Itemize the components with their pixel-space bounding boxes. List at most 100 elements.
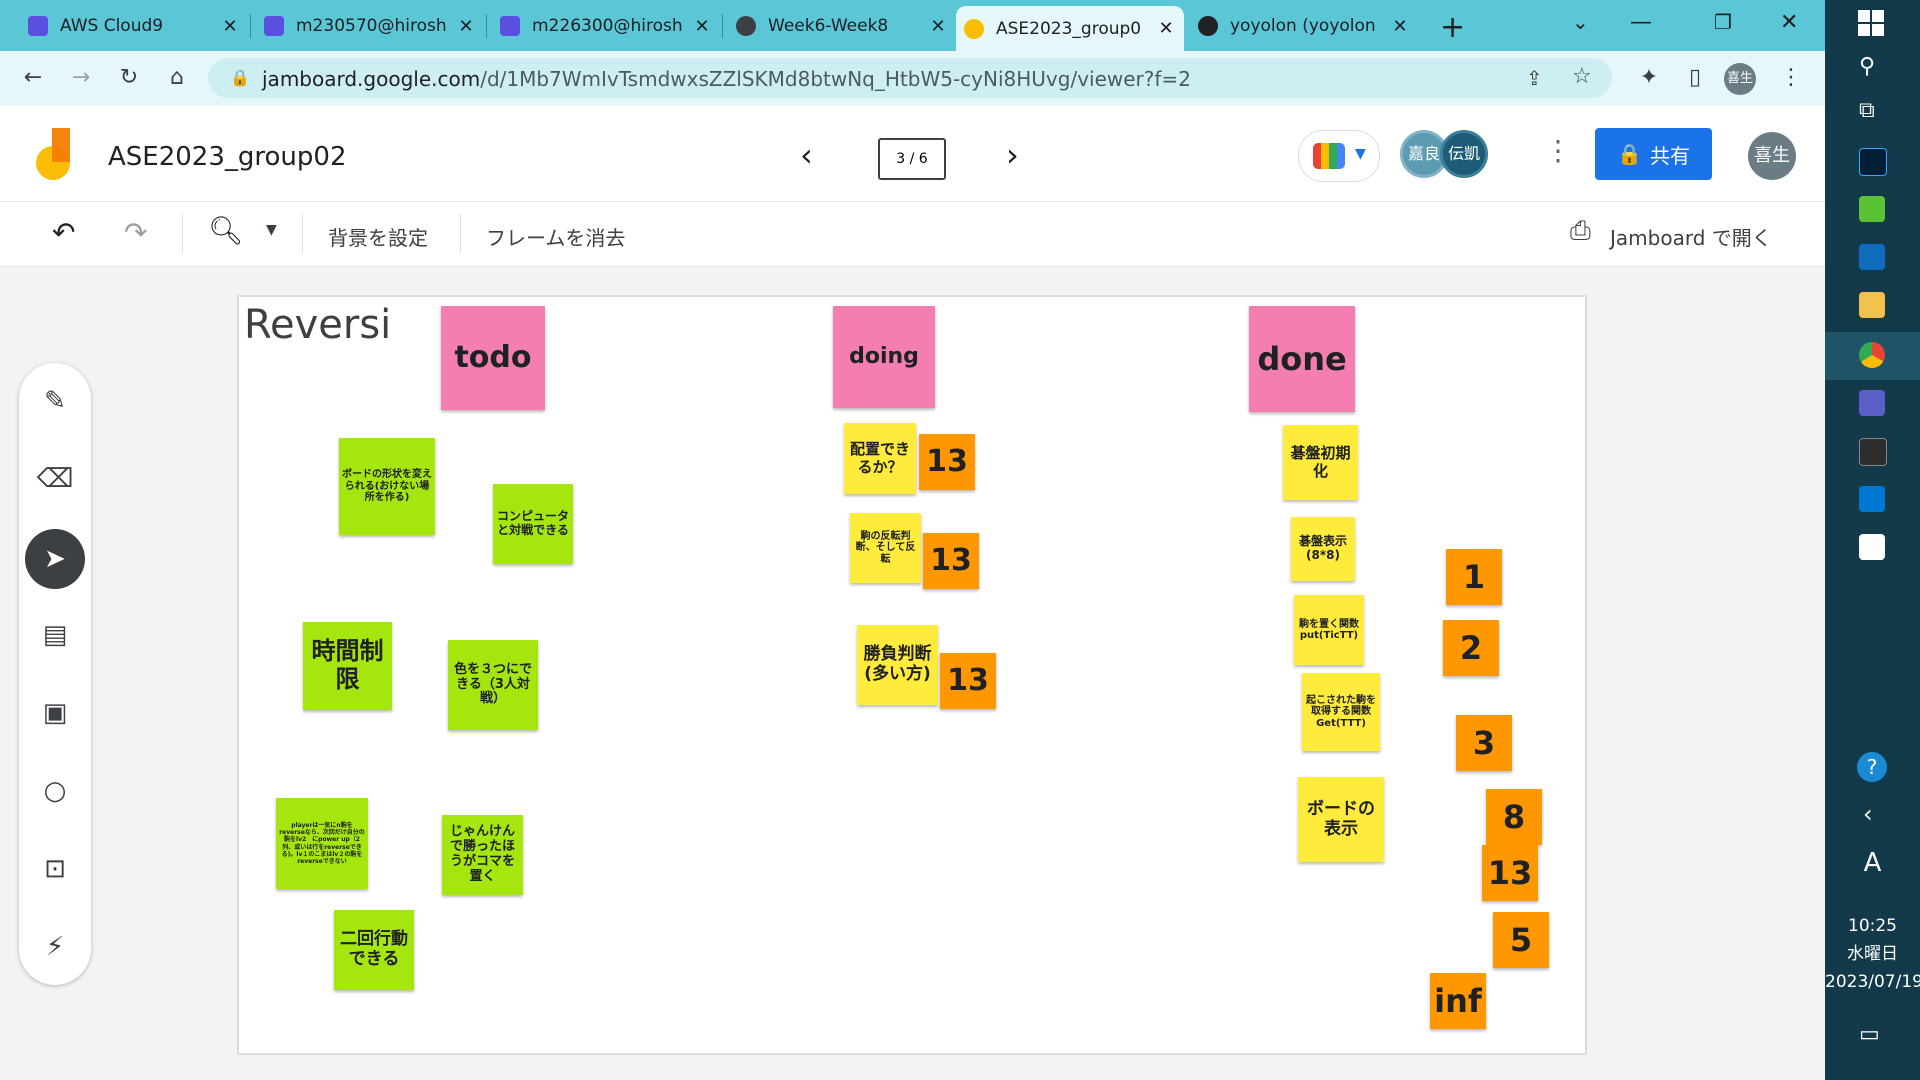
todo-note[interactable]: ボードの形状を変えられる(おけない場所を作る) bbox=[339, 438, 435, 535]
undo-icon[interactable]: ↶ bbox=[52, 216, 75, 249]
browser-menu-icon[interactable]: ⋮ bbox=[1776, 63, 1806, 93]
points-card[interactable]: 8 bbox=[1486, 789, 1542, 845]
points-card[interactable]: 5 bbox=[1493, 912, 1549, 968]
notification-icon[interactable]: ▭ bbox=[1859, 1022, 1880, 1047]
points-card[interactable]: 13 bbox=[940, 653, 996, 709]
todo-note[interactable]: playerは一気にn駒をreverseなら、次回だけ自分の駒をlv2 にpow… bbox=[276, 798, 368, 889]
reload-icon[interactable]: ↻ bbox=[114, 63, 144, 93]
chevron-left-icon[interactable]: ‹ bbox=[1863, 800, 1873, 828]
wps-icon[interactable] bbox=[1859, 196, 1885, 222]
windows-start-icon[interactable] bbox=[1858, 10, 1884, 36]
frame-counter[interactable]: 3 / 6 bbox=[878, 138, 946, 180]
close-tab-icon[interactable]: ✕ bbox=[454, 16, 478, 37]
open-in-jamboard-button[interactable]: Jamboard で開く bbox=[1610, 222, 1772, 251]
task-view-icon[interactable]: ⧉ bbox=[1859, 98, 1875, 123]
done-note[interactable]: 碁盤表示(8*8) bbox=[1291, 517, 1355, 581]
collaborator-avatar[interactable]: 伝凱 bbox=[1440, 130, 1488, 178]
close-window-icon[interactable]: ✕ bbox=[1780, 10, 1798, 35]
doing-note[interactable]: 配置できるか？ bbox=[844, 423, 916, 494]
todo-header-note[interactable]: todo bbox=[441, 306, 545, 410]
side-panel-icon[interactable]: ▯ bbox=[1680, 63, 1710, 93]
done-note[interactable]: 駒を置く関数put(TicTT) bbox=[1294, 595, 1364, 665]
sticky-note-tool-icon[interactable]: ▤ bbox=[33, 613, 77, 657]
home-icon[interactable]: ⌂ bbox=[162, 63, 192, 93]
laser-tool-icon[interactable]: ⚡ bbox=[33, 925, 77, 969]
minimize-icon[interactable]: — bbox=[1630, 10, 1652, 35]
close-tab-icon[interactable]: ✕ bbox=[690, 16, 714, 37]
done-note[interactable]: 碁盤初期化 bbox=[1283, 425, 1358, 500]
next-frame-icon[interactable]: › bbox=[1006, 136, 1019, 174]
browser-tab-active[interactable]: ASE2023_group0 ✕ bbox=[956, 6, 1184, 51]
eraser-tool-icon[interactable]: ⌫ bbox=[33, 457, 77, 501]
doing-note[interactable]: 勝負判断(多い方) bbox=[857, 625, 938, 705]
points-card[interactable]: 13 bbox=[1482, 845, 1538, 901]
file-explorer-icon[interactable] bbox=[1859, 292, 1885, 318]
new-tab-icon[interactable]: + bbox=[1440, 10, 1465, 45]
cloud9-favicon-icon bbox=[500, 16, 520, 36]
system-clock[interactable]: 10:25 水曜日 2023/07/19 bbox=[1825, 912, 1920, 996]
ime-indicator[interactable]: A bbox=[1825, 848, 1920, 878]
todo-note[interactable]: 時間制限 bbox=[303, 622, 392, 710]
toolbar-divider bbox=[182, 214, 183, 254]
share-page-icon[interactable]: ⇪ bbox=[1526, 66, 1543, 90]
points-card[interactable]: inf bbox=[1430, 973, 1486, 1029]
close-tab-icon[interactable]: ✕ bbox=[218, 16, 242, 37]
more-options-icon[interactable]: ⋮ bbox=[1544, 134, 1572, 167]
chrome-icon[interactable] bbox=[1859, 342, 1885, 368]
done-note[interactable]: 起こされた駒を取得する関数Get(TTT) bbox=[1302, 673, 1380, 751]
points-card[interactable]: 2 bbox=[1443, 620, 1499, 676]
points-card[interactable]: 3 bbox=[1456, 715, 1512, 771]
meet-button[interactable]: ▼ bbox=[1298, 130, 1380, 182]
select-tool-icon[interactable]: ➤ bbox=[25, 529, 85, 589]
share-button[interactable]: 🔒 共有 bbox=[1595, 128, 1712, 180]
close-tab-icon[interactable]: ✕ bbox=[1154, 18, 1178, 39]
doing-header-note[interactable]: doing bbox=[833, 306, 935, 408]
points-card[interactable]: 13 bbox=[923, 533, 979, 589]
set-background-button[interactable]: 背景を設定 bbox=[328, 222, 428, 251]
profile-avatar[interactable]: 喜生 bbox=[1724, 63, 1756, 95]
mail-icon[interactable] bbox=[1859, 244, 1885, 270]
previous-frame-icon[interactable]: ‹ bbox=[800, 136, 813, 174]
redo-icon[interactable]: ↷ bbox=[124, 216, 147, 249]
address-bar[interactable]: 🔒 jamboard.google.com/d/1Mb7WmIvTsmdwxsZ… bbox=[208, 58, 1612, 98]
doing-note[interactable]: 駒の反転判断、そして反転 bbox=[850, 513, 921, 583]
text-box-tool-icon[interactable]: ⊡ bbox=[33, 847, 77, 891]
close-tab-icon[interactable]: ✕ bbox=[926, 16, 950, 37]
teams-icon[interactable] bbox=[1859, 390, 1885, 416]
tab-search-icon[interactable]: ⌄ bbox=[1572, 10, 1589, 34]
browser-tab[interactable]: m230570@hirosh ✕ bbox=[256, 6, 484, 46]
done-note[interactable]: ボードの表示 bbox=[1298, 777, 1384, 862]
app-icon[interactable] bbox=[1859, 534, 1885, 560]
done-header-note[interactable]: done bbox=[1249, 306, 1355, 412]
close-tab-icon[interactable]: ✕ bbox=[1388, 16, 1412, 37]
shape-tool-icon[interactable]: ○ bbox=[33, 769, 77, 813]
points-card[interactable]: 1 bbox=[1446, 549, 1502, 605]
restore-icon[interactable]: ❐ bbox=[1714, 10, 1732, 34]
document-title[interactable]: ASE2023_group02 bbox=[108, 142, 346, 172]
todo-note[interactable]: 色を３つにできる（3人対戦） bbox=[448, 640, 538, 730]
points-card[interactable]: 13 bbox=[919, 434, 975, 490]
account-avatar[interactable]: 喜生 bbox=[1748, 132, 1796, 180]
browser-tab[interactable]: Week6-Week8 ✕ bbox=[728, 6, 956, 46]
forward-icon[interactable]: → bbox=[66, 63, 96, 93]
search-icon[interactable]: ⚲ bbox=[1859, 54, 1875, 79]
vscode-icon[interactable] bbox=[1859, 486, 1885, 512]
browser-tab[interactable]: m226300@hirosh ✕ bbox=[492, 6, 720, 46]
help-icon[interactable]: ? bbox=[1857, 752, 1887, 782]
todo-note[interactable]: 二回行動できる bbox=[334, 910, 414, 990]
browser-tab[interactable]: AWS Cloud9 ✕ bbox=[20, 6, 248, 46]
pen-tool-icon[interactable]: ✎ bbox=[33, 379, 77, 423]
bookmark-star-icon[interactable]: ☆ bbox=[1572, 64, 1592, 89]
terminal-icon[interactable] bbox=[1859, 438, 1887, 466]
zoom-icon[interactable]: 🔍︎ bbox=[208, 214, 244, 247]
browser-tab[interactable]: yoyolon (yoyolon ✕ bbox=[1190, 6, 1418, 46]
open-in-app-icon[interactable]: ⎙ bbox=[1570, 216, 1591, 247]
image-tool-icon[interactable]: ▣ bbox=[33, 691, 77, 735]
extensions-icon[interactable]: ✦ bbox=[1634, 63, 1664, 93]
zoom-dropdown-icon[interactable]: ▼ bbox=[266, 222, 277, 238]
back-icon[interactable]: ← bbox=[18, 63, 48, 93]
clear-frame-button[interactable]: フレームを消去 bbox=[486, 222, 625, 251]
todo-note[interactable]: じゃんけんで勝ったほうがコマを置く bbox=[442, 815, 523, 895]
todo-note[interactable]: コンピュータと対戦できる bbox=[493, 484, 573, 564]
photoshop-icon[interactable] bbox=[1859, 148, 1887, 176]
